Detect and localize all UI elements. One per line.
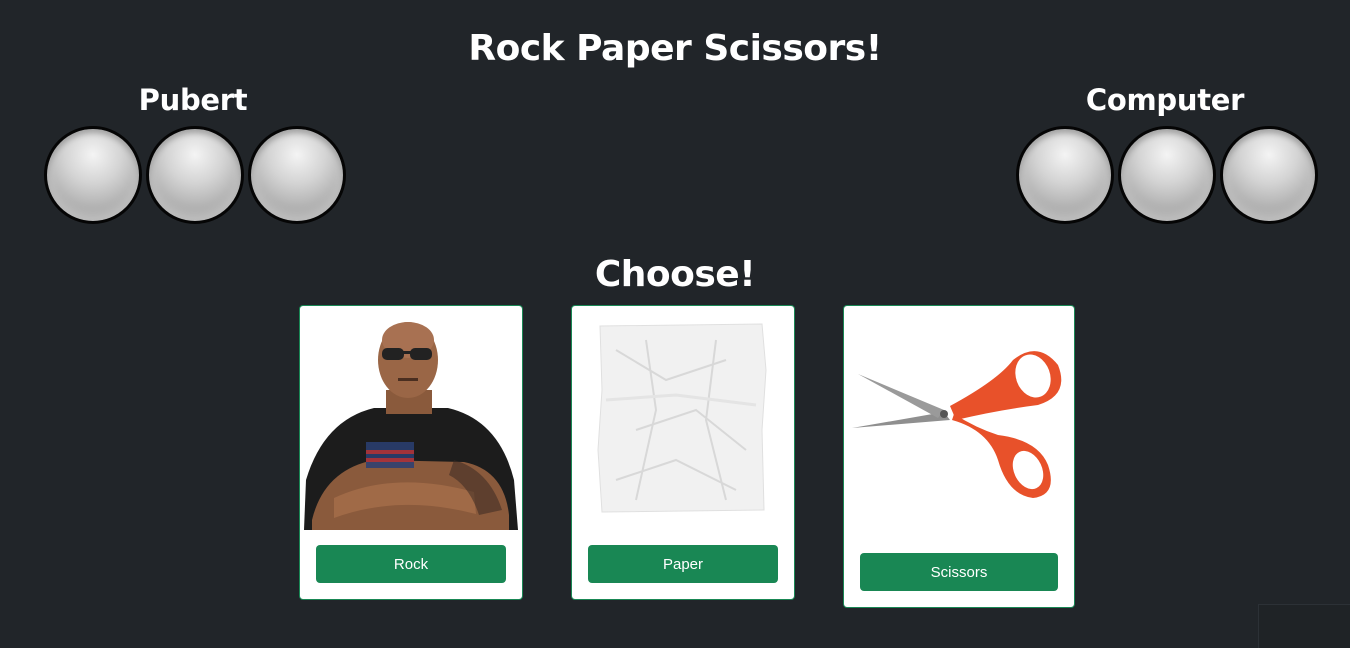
computer-lives bbox=[1016, 126, 1322, 224]
life-orb bbox=[248, 126, 346, 224]
scissors-image bbox=[848, 310, 1070, 538]
life-orb bbox=[146, 126, 244, 224]
choice-card-scissors: Scissors bbox=[843, 305, 1075, 608]
life-orb bbox=[1220, 126, 1318, 224]
life-orb bbox=[1118, 126, 1216, 224]
choose-heading: Choose! bbox=[594, 254, 756, 295]
choice-card-paper: Paper bbox=[571, 305, 795, 600]
corner-widget bbox=[1258, 604, 1350, 648]
rock-person-image bbox=[304, 310, 518, 530]
scissors-button[interactable]: Scissors bbox=[860, 553, 1058, 591]
game-page: Rock Paper Scissors! Pubert Computer Cho… bbox=[0, 0, 1350, 648]
life-orb bbox=[1016, 126, 1114, 224]
computer-name: Computer bbox=[1085, 83, 1245, 117]
life-orb bbox=[44, 126, 142, 224]
paper-button[interactable]: Paper bbox=[588, 545, 778, 583]
crumpled-paper-image bbox=[576, 310, 790, 530]
player-name: Pubert bbox=[138, 83, 248, 117]
page-title: Rock Paper Scissors! bbox=[468, 28, 882, 69]
player-lives bbox=[44, 126, 350, 224]
choice-card-rock: Rock bbox=[299, 305, 523, 600]
rock-button[interactable]: Rock bbox=[316, 545, 506, 583]
